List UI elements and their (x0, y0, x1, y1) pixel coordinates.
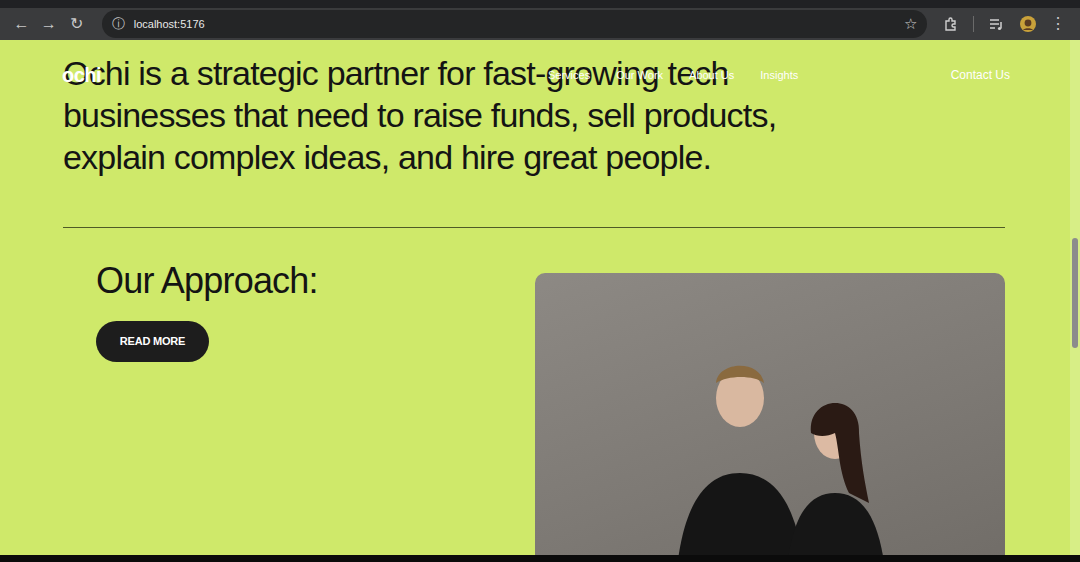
read-more-button[interactable]: READ MORE (96, 321, 209, 362)
back-button[interactable]: ← (8, 12, 35, 36)
contact-link[interactable]: Contact Us (951, 66, 1010, 84)
info-icon[interactable]: ⓘ (110, 14, 128, 34)
nav-link[interactable]: About Us (689, 67, 734, 84)
nav-link[interactable]: Insights (760, 67, 798, 84)
reload-button[interactable]: ↻ (62, 12, 89, 36)
menu-button[interactable]: ⋮ (1044, 12, 1072, 36)
nav-link[interactable]: Services (548, 67, 590, 84)
url-text[interactable]: localhost:5176 (134, 16, 205, 33)
profile-avatar-icon[interactable] (1020, 16, 1036, 32)
extensions-puzzle-icon[interactable] (943, 16, 959, 32)
scrollbar-track[interactable] (1070, 40, 1080, 555)
hero-heading: Ochi is a strategic partner for fast-gro… (63, 52, 1005, 178)
toolbar-separator (973, 16, 974, 32)
site-navbar: ochi Services Our Work About Us Insights Co… (0, 60, 1070, 90)
section-divider (63, 227, 1005, 228)
bookmark-star-icon[interactable]: ☆ (904, 13, 917, 36)
forward-button[interactable]: → (35, 12, 62, 36)
nav-link[interactable]: Our Work (616, 67, 663, 84)
address-bar[interactable]: ⓘ localhost:5176 ☆ (102, 10, 927, 38)
media-control-icon[interactable] (988, 16, 1004, 32)
approach-section: Our Approach: READ MORE (63, 228, 318, 362)
hero-line: explain complex ideas, and hire great pe… (63, 136, 1005, 178)
site-logo[interactable]: ochi (62, 60, 548, 90)
tab-strip (0, 0, 1080, 8)
team-photo (535, 273, 1005, 555)
approach-title: Our Approach: (96, 261, 318, 301)
scrollbar-thumb[interactable] (1072, 238, 1078, 348)
window-bottom-edge (0, 555, 1080, 562)
hero-line: businesses that need to raise funds, sel… (63, 94, 1005, 136)
browser-toolbar: ← → ↻ ⓘ localhost:5176 ☆ ⋮ (0, 8, 1080, 40)
web-page: Ochi is a strategic partner for fast-gro… (0, 40, 1080, 555)
hero-line: Ochi is a strategic partner for fast-gro… (63, 52, 1005, 94)
